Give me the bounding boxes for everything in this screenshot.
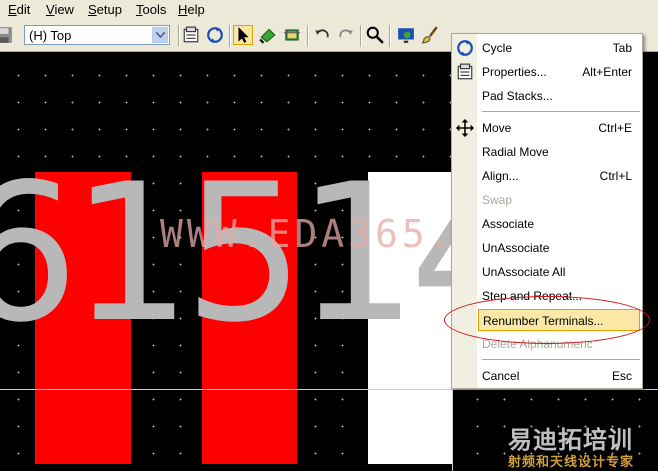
add-component-icon[interactable]: [258, 25, 278, 45]
redo-icon[interactable]: [336, 25, 356, 45]
select-arrow-icon[interactable]: [233, 25, 253, 45]
menu-item-cancel[interactable]: Cancel Esc: [478, 365, 640, 387]
crosshair-horizontal: [0, 389, 658, 390]
menu-item-associate[interactable]: Associate: [478, 213, 640, 235]
undo-icon[interactable]: [312, 25, 332, 45]
menu-item-cycle[interactable]: Cycle Tab: [478, 37, 640, 59]
properties-icon: [456, 63, 474, 81]
layer-select-value: (H) Top: [29, 28, 72, 43]
view-icon[interactable]: [396, 25, 416, 45]
chip-icon[interactable]: [282, 25, 302, 45]
menu-edit[interactable]: Edit: [8, 2, 30, 17]
menu-item-unassociate-all[interactable]: UnAssociate All: [478, 261, 640, 283]
watermark-logo-title: 易迪拓培训: [508, 427, 633, 454]
properties-icon[interactable]: [181, 25, 201, 45]
menu-view[interactable]: View: [46, 2, 74, 17]
zoom-icon[interactable]: [365, 25, 385, 45]
menu-item-move[interactable]: Move Ctrl+E: [478, 117, 640, 139]
menu-setup[interactable]: Setup: [88, 2, 122, 17]
menu-item-radial-move[interactable]: Radial Move: [478, 141, 640, 163]
cycle-icon: [456, 39, 474, 57]
menu-item-swap: Swap: [482, 193, 513, 207]
menu-item-pad-stacks[interactable]: Pad Stacks...: [478, 85, 640, 107]
save-icon[interactable]: [0, 25, 14, 45]
menu-bar: Edit View Setup Tools Help: [0, 0, 658, 21]
cycle-icon[interactable]: [205, 25, 225, 45]
watermark-logo-subtitle: 射频和天线设计专家: [508, 454, 635, 469]
chevron-down-icon[interactable]: [152, 27, 168, 43]
layer-select[interactable]: (H) Top: [24, 25, 170, 45]
brush-icon[interactable]: [420, 25, 440, 45]
menu-help[interactable]: Help: [178, 2, 205, 17]
menu-item-unassociate[interactable]: UnAssociate: [478, 237, 640, 259]
menu-item-align[interactable]: Align... Ctrl+L: [478, 165, 640, 187]
annotation-ellipse: [444, 296, 650, 344]
menu-separator: [482, 359, 640, 360]
menu-tools[interactable]: Tools: [136, 2, 166, 17]
menu-separator: [482, 111, 640, 112]
move-icon: [456, 119, 474, 137]
menu-item-properties[interactable]: Properties... Alt+Enter: [478, 61, 640, 83]
